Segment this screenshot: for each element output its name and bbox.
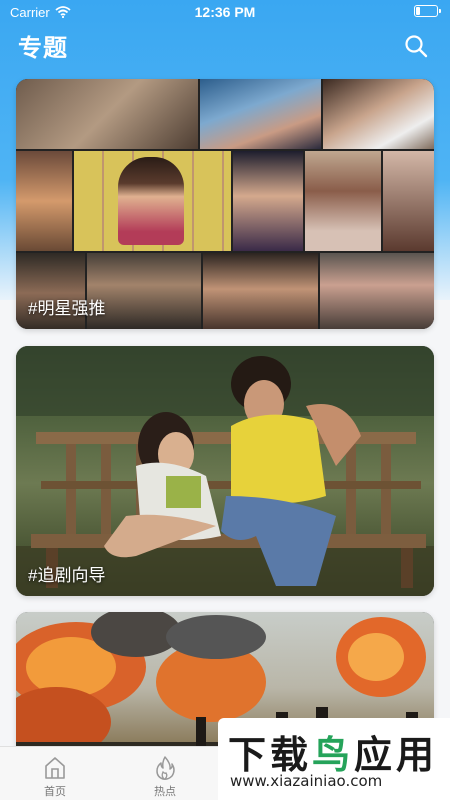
battery-icon [414,5,441,17]
flame-icon [156,756,175,780]
topic-card-drama[interactable]: #追剧向导 [16,346,434,596]
topic-card-tag: #明星强推 [28,299,106,318]
watermark-url: www.xiazainiao.com [230,772,383,790]
topic-card-stars[interactable]: #明星强推 [16,79,434,329]
status-time: 12:36 PM [194,4,256,20]
tab-home[interactable]: 首页 [0,747,110,800]
search-icon[interactable] [404,34,428,58]
tab-hot-label: 热点 [154,786,176,798]
tab-home-label: 首页 [44,786,66,798]
status-bar: Carrier 12:36 PM [0,0,450,24]
tab-hot[interactable]: 热点 [110,747,220,800]
topic-card-image [16,346,434,596]
watermark-logo: 下载鸟应用 [228,733,439,777]
tab-bar: 首页 热点 [0,746,220,800]
home-icon [45,757,65,779]
page-title: 专题 [18,35,68,62]
topic-card-image [16,79,434,329]
watermark: 下载鸟应用 www.xiazainiao.com [218,718,450,800]
topic-card-tag: #追剧向导 [28,566,106,585]
